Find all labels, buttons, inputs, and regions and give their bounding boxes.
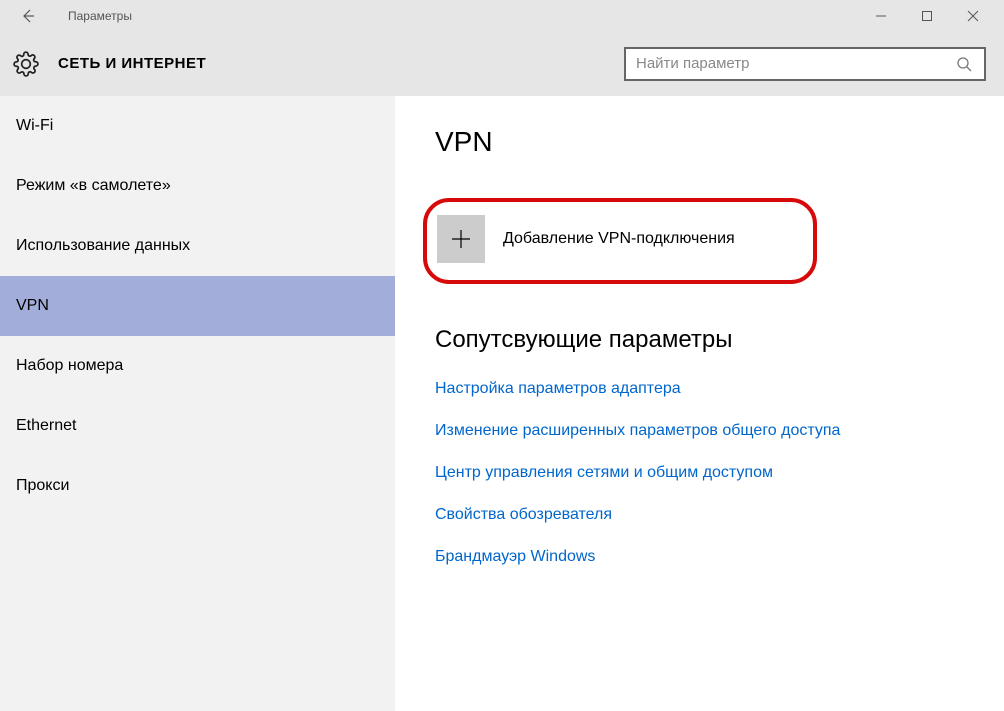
add-vpn-label: Добавление VPN-подключения [503,230,735,248]
search-icon [954,54,974,74]
sidebar-item-label: Использование данных [16,237,190,255]
back-button[interactable] [12,0,44,32]
close-button[interactable] [950,0,996,32]
sidebar-item-dialup[interactable]: Набор номера [0,336,395,396]
minimize-icon [875,10,887,22]
sidebar-item-label: VPN [16,297,49,315]
sidebar-item-label: Набор номера [16,357,123,375]
sidebar-item-label: Режим «в самолете» [16,177,171,195]
section-title: СЕТЬ И ИНТЕРНЕТ [58,55,206,72]
link-windows-firewall[interactable]: Брандмауэр Windows [435,548,1004,566]
maximize-icon [921,10,933,22]
plus-icon [449,227,473,251]
gear-icon [12,50,40,78]
add-vpn-highlight: Добавление VPN-подключения [423,198,817,284]
window-title: Параметры [68,9,132,23]
search-input[interactable] [636,55,954,72]
related-heading: Сопутсвующие параметры [435,326,1004,354]
sidebar-item-label: Wi-Fi [16,117,53,135]
sidebar-item-data-usage[interactable]: Использование данных [0,216,395,276]
add-vpn-button[interactable] [437,215,485,263]
sidebar-item-label: Прокси [16,477,69,495]
body: Wi-Fi Режим «в самолете» Использование д… [0,96,1004,711]
header: СЕТЬ И ИНТЕРНЕТ [0,32,1004,96]
window-controls [858,0,996,32]
page-heading: VPN [435,126,1004,158]
minimize-button[interactable] [858,0,904,32]
sidebar-item-vpn[interactable]: VPN [0,276,395,336]
link-advanced-sharing[interactable]: Изменение расширенных параметров общего … [435,422,1004,440]
link-adapter-settings[interactable]: Настройка параметров адаптера [435,380,1004,398]
link-network-sharing-center[interactable]: Центр управления сетями и общим доступом [435,464,1004,482]
maximize-button[interactable] [904,0,950,32]
sidebar-item-ethernet[interactable]: Ethernet [0,396,395,456]
sidebar-item-proxy[interactable]: Прокси [0,456,395,516]
sidebar: Wi-Fi Режим «в самолете» Использование д… [0,96,395,711]
search-box[interactable] [624,47,986,81]
link-internet-options[interactable]: Свойства обозревателя [435,506,1004,524]
arrow-left-icon [20,8,36,24]
sidebar-item-airplane[interactable]: Режим «в самолете» [0,156,395,216]
sidebar-item-wifi[interactable]: Wi-Fi [0,96,395,156]
close-icon [967,10,979,22]
sidebar-item-label: Ethernet [16,417,76,435]
main-content: VPN Добавление VPN-подключения Сопутсвую… [395,96,1004,711]
search-wrap [624,47,986,81]
titlebar: Параметры [0,0,1004,32]
